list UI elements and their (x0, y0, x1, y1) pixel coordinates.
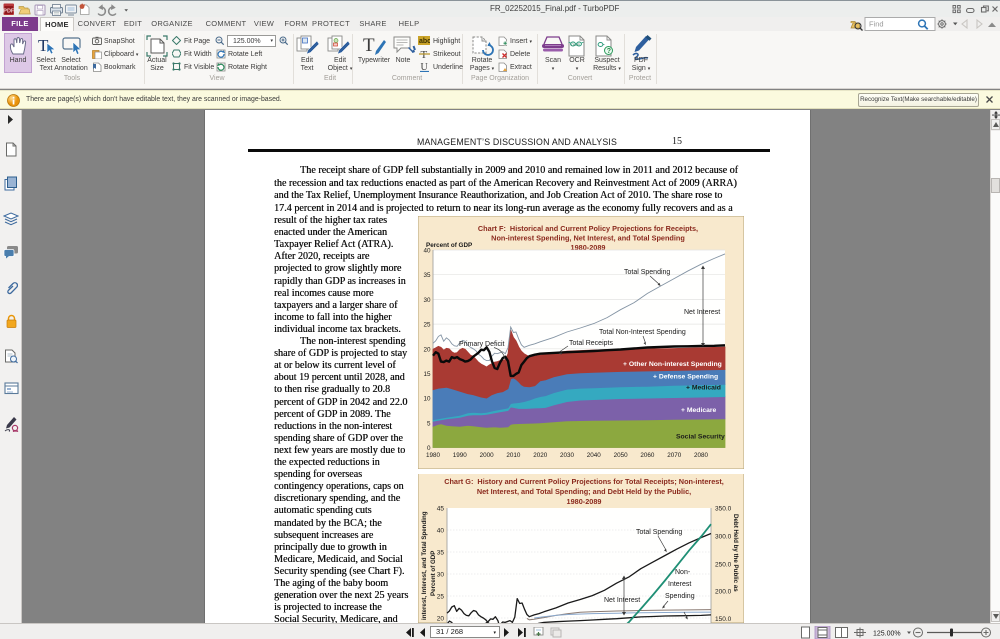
svg-text:1980-2089: 1980-2089 (567, 497, 602, 506)
svg-text:Chart G: History and Current: Chart G: History and Current Policy Proj… (444, 477, 724, 486)
svg-text:T: T (363, 35, 375, 56)
svg-text:PDF: PDF (3, 9, 15, 15)
svg-text:Total Receipts: Total Receipts (569, 340, 613, 347)
svg-text:Net Interest, and Total Spendi: Net Interest, and Total Spending; and De… (477, 487, 691, 496)
svg-text:15: 15 (423, 371, 431, 378)
svg-text:35: 35 (437, 550, 445, 557)
svg-text:Primary Deficit: Primary Deficit (459, 341, 505, 348)
svg-text:Net Interest: Net Interest (684, 309, 720, 316)
svg-text:abc: abc (419, 38, 430, 45)
svg-text:5: 5 (427, 420, 431, 427)
svg-text:10: 10 (423, 396, 431, 403)
svg-text:Percent of GDP: Percent of GDP (426, 242, 472, 249)
svg-text:+ Medicare: + Medicare (681, 407, 717, 414)
svg-text:2070: 2070 (667, 452, 682, 459)
svg-text:20: 20 (423, 346, 431, 353)
svg-text:40: 40 (423, 248, 431, 255)
svg-text:+ Other Non-interest Spending: + Other Non-interest Spending (623, 361, 722, 368)
svg-text:30: 30 (423, 297, 431, 304)
svg-text:OCR: OCR (571, 42, 580, 47)
svg-text:1980: 1980 (426, 452, 441, 459)
svg-text:1990: 1990 (453, 452, 468, 459)
svg-text:300.0: 300.0 (715, 534, 732, 541)
svg-text:40: 40 (437, 528, 445, 535)
svg-text:Interest: Interest (668, 581, 691, 588)
svg-text:2000: 2000 (480, 452, 495, 459)
svg-text:Find: Find (869, 20, 884, 29)
svg-text:+ Defense Spending: + Defense Spending (653, 374, 718, 381)
svg-text:2050: 2050 (614, 452, 629, 459)
svg-text:Net Interest: Net Interest (604, 597, 640, 604)
svg-text:Non-: Non- (675, 569, 691, 576)
svg-text:2080: 2080 (694, 452, 709, 459)
svg-text:Total Spending: Total Spending (636, 529, 682, 536)
svg-text:2040: 2040 (587, 452, 602, 459)
svg-text:35: 35 (423, 272, 431, 279)
svg-text:350.0: 350.0 (715, 506, 732, 513)
svg-text:30: 30 (437, 572, 445, 579)
svg-text:0: 0 (427, 445, 431, 452)
svg-text:2030: 2030 (560, 452, 575, 459)
svg-text:Total Spending: Total Spending (624, 269, 670, 276)
svg-text:?: ? (607, 48, 611, 55)
svg-text:45: 45 (437, 506, 445, 513)
svg-text:200.0: 200.0 (715, 589, 732, 596)
svg-text:Social Security: Social Security (676, 434, 725, 441)
svg-text:25: 25 (437, 594, 445, 601)
svg-text:Chart F: Historical and Curre: Chart F: Historical and Current Policy P… (478, 224, 698, 233)
svg-text:125.00%: 125.00% (873, 631, 901, 638)
svg-text:20: 20 (437, 616, 445, 623)
svg-text:+ Medicaid: + Medicaid (686, 385, 721, 392)
svg-text:25: 25 (423, 322, 431, 329)
svg-text:Debt Held by the Public as: Debt Held by the Public as (732, 514, 739, 592)
svg-text:2010: 2010 (506, 452, 521, 459)
svg-text:interest, Interest, and Total: interest, Interest, and Total Spending (421, 511, 428, 620)
svg-text:Non-interest Spending, Net Int: Non-interest Spending, Net Interest, and… (491, 234, 685, 243)
svg-text:Percent of GDP: Percent of GDP (430, 551, 437, 596)
svg-text:150.0: 150.0 (715, 616, 732, 623)
svg-text:Total Non-Interest Spending: Total Non-Interest Spending (599, 329, 686, 336)
svg-text:2020: 2020 (533, 452, 548, 459)
svg-text:2060: 2060 (640, 452, 655, 459)
svg-text:U: U (421, 62, 429, 72)
svg-text:250.0: 250.0 (715, 562, 732, 569)
svg-text:Spending: Spending (665, 593, 695, 600)
